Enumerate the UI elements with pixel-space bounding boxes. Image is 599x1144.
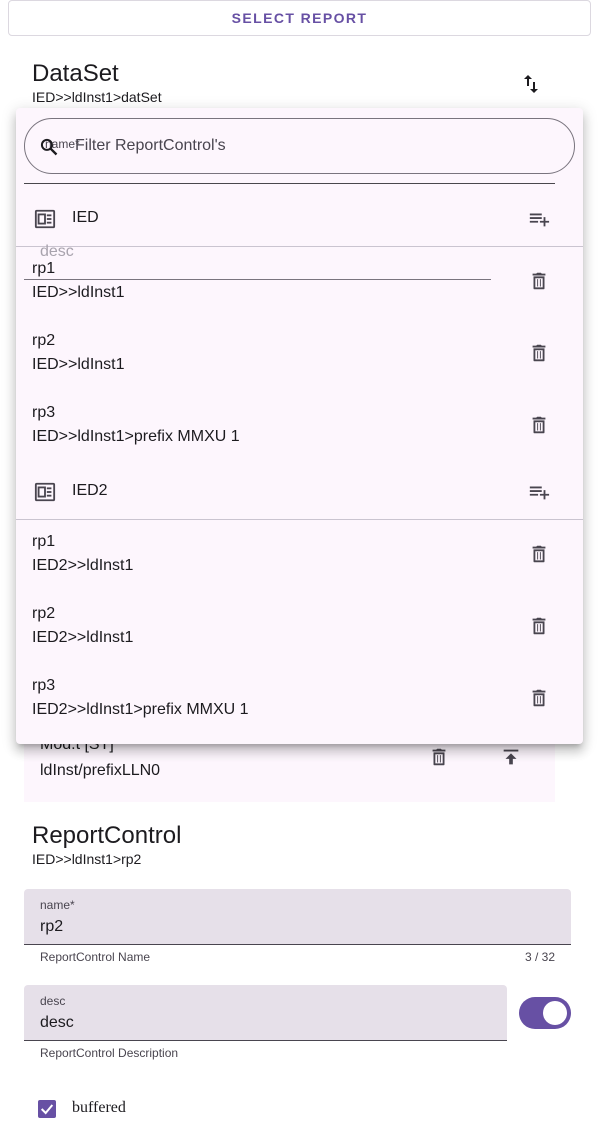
search-icon bbox=[40, 138, 58, 156]
playlist-add-icon[interactable] bbox=[528, 208, 550, 230]
dataset-item-path: ldInst/prefixLLN0 bbox=[40, 762, 161, 779]
list-item[interactable]: rp1 IED2>>ldInst1 bbox=[16, 519, 583, 591]
reportcontrol-selection-panel: name* IED desc rp1 IED>>ldInst1 rp2 I bbox=[16, 108, 583, 744]
check-icon bbox=[40, 1104, 54, 1115]
desc-field[interactable]: desc bbox=[24, 985, 520, 1041]
list-item[interactable]: rp1 IED>>ldInst1 bbox=[16, 246, 583, 318]
item-name: rp2 bbox=[32, 605, 56, 622]
name-field[interactable]: name* bbox=[24, 889, 571, 945]
delete-icon[interactable] bbox=[528, 687, 550, 709]
name-char-counter: 3 / 32 bbox=[524, 950, 555, 964]
item-path: IED2>>ldInst1 bbox=[32, 557, 134, 574]
playlist-add-icon[interactable] bbox=[528, 481, 550, 503]
desc-field-label: desc bbox=[40, 994, 66, 1008]
switch-knob bbox=[543, 1001, 567, 1025]
group-name: IED bbox=[72, 209, 99, 226]
dataset-path: IED>>ldInst1>datSet bbox=[32, 89, 162, 105]
filter-field[interactable]: name* bbox=[24, 118, 575, 174]
item-path: IED>>ldInst1 bbox=[32, 284, 125, 301]
group-name: IED2 bbox=[72, 482, 108, 499]
delete-icon[interactable] bbox=[528, 414, 550, 436]
desc-input[interactable] bbox=[40, 1011, 520, 1035]
item-path: IED>>ldInst1 bbox=[32, 356, 125, 373]
delete-icon[interactable] bbox=[528, 543, 550, 565]
ied-icon bbox=[34, 482, 56, 502]
list-item[interactable]: rp3 IED2>>ldInst1>prefix MMXU 1 bbox=[16, 663, 583, 735]
reportcontrol-path: IED>>ldInst1>rp2 bbox=[32, 851, 142, 867]
list-item[interactable]: rp3 IED>>ldInst1>prefix MMXU 1 bbox=[16, 390, 583, 462]
dataset-title: DataSet bbox=[32, 60, 119, 87]
name-helper-text: ReportControl Name bbox=[40, 950, 151, 964]
delete-icon[interactable] bbox=[528, 615, 550, 637]
item-name: rp3 bbox=[32, 677, 56, 694]
item-name: rp3 bbox=[32, 404, 56, 421]
dataset-item: Mod.t [ST] ldInst/prefixLLN0 bbox=[24, 736, 555, 802]
item-path: IED>>ldInst1>prefix MMXU 1 bbox=[32, 428, 240, 445]
buffered-checkbox[interactable] bbox=[38, 1100, 56, 1118]
item-name: rp2 bbox=[32, 332, 56, 349]
buffered-label: buffered bbox=[72, 1099, 126, 1116]
name-input[interactable] bbox=[40, 915, 520, 939]
ied-icon bbox=[34, 209, 56, 229]
filter-input[interactable] bbox=[75, 133, 555, 159]
group-ied2: IED2 bbox=[16, 463, 583, 519]
item-path: IED2>>ldInst1 bbox=[32, 629, 134, 646]
list-item[interactable]: rp2 IED2>>ldInst1 bbox=[16, 591, 583, 663]
delete-icon[interactable] bbox=[528, 270, 550, 292]
name-field-label: name* bbox=[40, 898, 75, 912]
desc-helper-text: ReportControl Description bbox=[40, 1046, 179, 1060]
select-report-label: SELECT REPORT bbox=[231, 10, 368, 26]
item-name: rp1 bbox=[32, 533, 56, 550]
item-name: rp1 bbox=[32, 260, 56, 277]
filter-divider bbox=[24, 183, 555, 184]
select-report-button[interactable]: SELECT REPORT bbox=[8, 0, 591, 36]
delete-icon[interactable] bbox=[528, 342, 550, 364]
list-item[interactable]: rp2 IED>>ldInst1 bbox=[16, 318, 583, 390]
delete-icon[interactable] bbox=[428, 746, 450, 768]
item-path: IED2>>ldInst1>prefix MMXU 1 bbox=[32, 701, 249, 718]
swap-vert-icon[interactable] bbox=[519, 72, 543, 96]
group-ied: IED bbox=[16, 190, 583, 246]
upload-icon[interactable] bbox=[500, 746, 522, 768]
desc-toggle-switch[interactable] bbox=[519, 997, 571, 1029]
reportcontrol-title: ReportControl bbox=[32, 822, 182, 849]
